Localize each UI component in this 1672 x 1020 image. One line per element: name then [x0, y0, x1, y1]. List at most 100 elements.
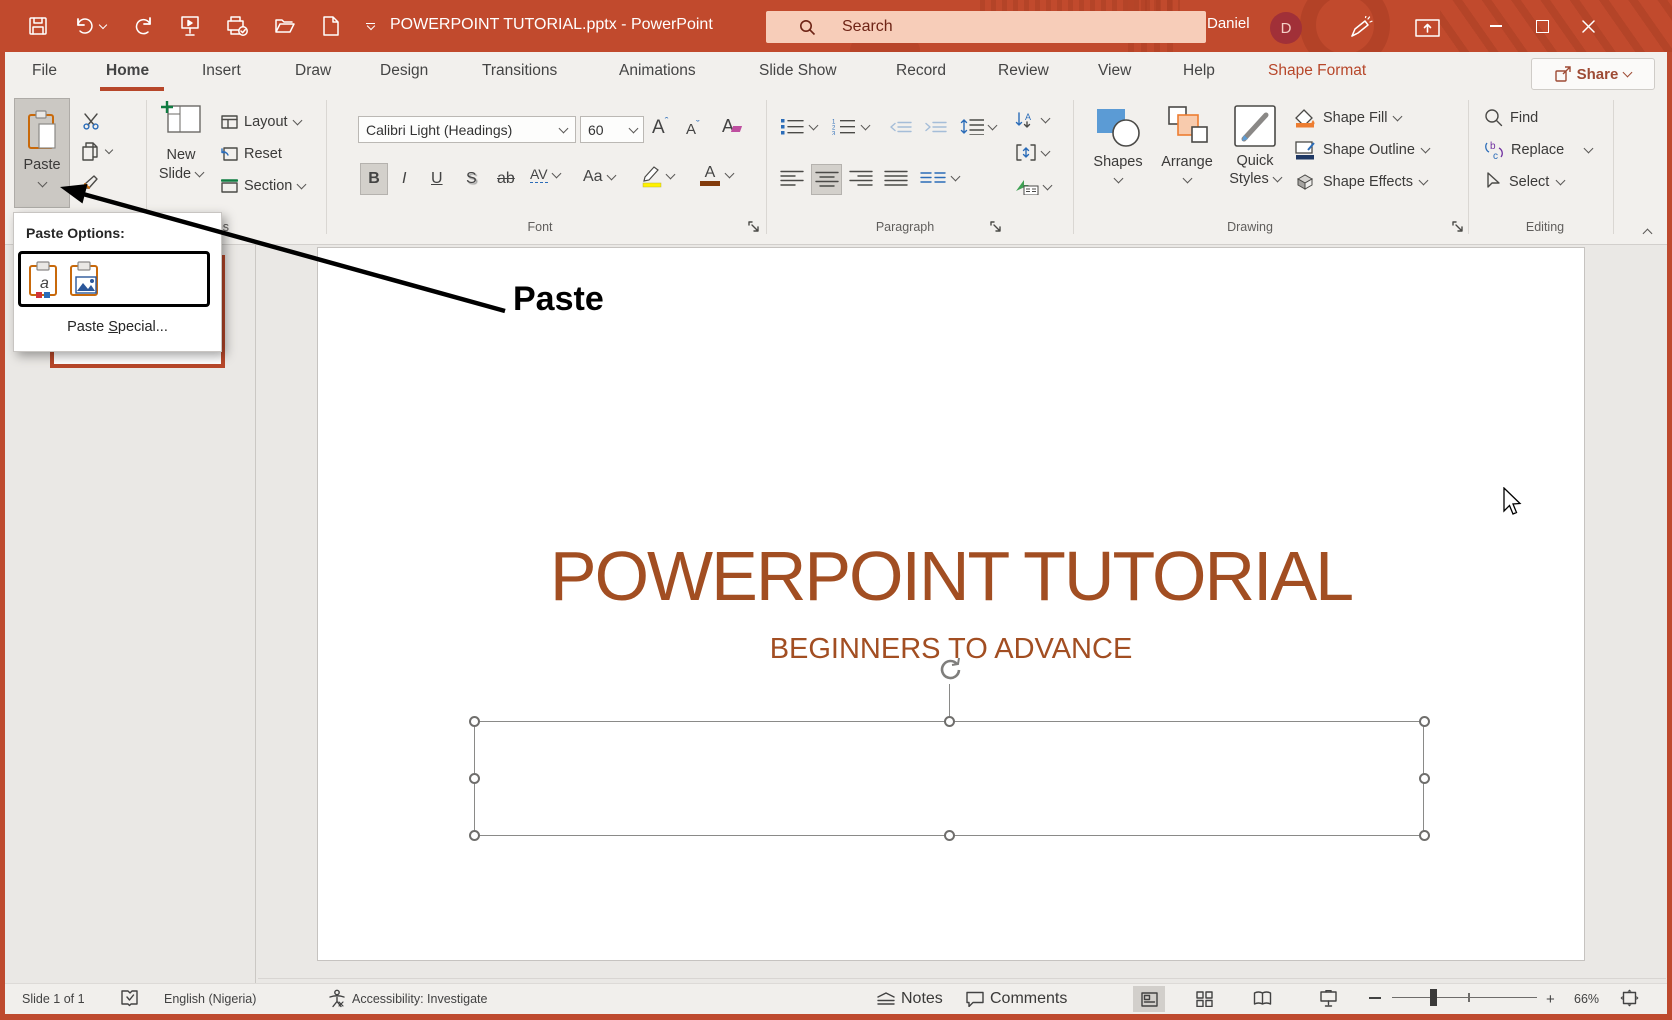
- justify-button[interactable]: [884, 170, 908, 187]
- zoom-out-button[interactable]: [1369, 997, 1381, 999]
- tab-file[interactable]: File: [30, 62, 59, 80]
- shape-fill-button[interactable]: Shape Fill: [1294, 108, 1401, 128]
- paste-keep-text-only-icon[interactable]: a: [28, 261, 62, 298]
- shape-outline-button[interactable]: Shape Outline: [1294, 140, 1429, 160]
- reset-button[interactable]: Reset: [221, 146, 282, 162]
- highlight-button[interactable]: [640, 164, 674, 188]
- tab-draw[interactable]: Draw: [293, 62, 333, 80]
- clear-formatting-button[interactable]: A: [722, 116, 741, 137]
- tab-view[interactable]: View: [1096, 62, 1133, 80]
- convert-to-smartart-button[interactable]: [1015, 178, 1051, 195]
- columns-button[interactable]: [920, 171, 959, 185]
- quick-styles-button[interactable]: Quick Styles: [1224, 103, 1286, 187]
- layout-dropdown-icon[interactable]: [292, 116, 302, 126]
- resize-handle-top-right[interactable]: [1419, 716, 1430, 727]
- bullets-button[interactable]: [780, 118, 817, 135]
- font-color-button[interactable]: A: [700, 164, 733, 186]
- search-box[interactable]: Search: [766, 11, 1206, 43]
- line-spacing-button[interactable]: [960, 118, 996, 135]
- language-indicator[interactable]: English (Nigeria): [164, 992, 256, 1006]
- selected-text-box[interactable]: [474, 721, 1424, 836]
- paste-button[interactable]: Paste: [14, 98, 70, 208]
- new-slide-dropdown-icon[interactable]: [195, 168, 205, 178]
- strikethrough-button[interactable]: ab: [497, 170, 515, 188]
- arrange-dropdown-icon[interactable]: [1182, 174, 1192, 184]
- underline-button[interactable]: U: [431, 170, 443, 188]
- save-icon[interactable]: [28, 16, 48, 36]
- tab-home[interactable]: Home: [104, 62, 151, 80]
- zoom-slider-thumb[interactable]: [1430, 989, 1437, 1006]
- paste-special-item[interactable]: Paste Special...: [14, 319, 221, 335]
- text-direction-button[interactable]: A: [1015, 111, 1049, 129]
- select-button[interactable]: Select: [1486, 172, 1564, 191]
- print-preview-icon[interactable]: [226, 15, 248, 37]
- replace-button[interactable]: bc Replace: [1484, 140, 1592, 160]
- share-button[interactable]: Share: [1531, 58, 1655, 90]
- align-left-button[interactable]: [780, 170, 804, 187]
- normal-view-button[interactable]: [1133, 986, 1165, 1012]
- resize-handle-top-left[interactable]: [469, 716, 480, 727]
- italic-button[interactable]: I: [402, 170, 406, 188]
- zoom-percent[interactable]: 66%: [1574, 992, 1599, 1006]
- quick-styles-dropdown-icon[interactable]: [1272, 173, 1282, 183]
- slide-sorter-view-button[interactable]: [1196, 991, 1213, 1007]
- slideshow-from-beginning-icon[interactable]: [180, 15, 200, 37]
- minimize-button[interactable]: [1473, 0, 1519, 52]
- open-file-icon[interactable]: [274, 16, 296, 36]
- tab-design[interactable]: Design: [378, 62, 430, 80]
- slideshow-view-button[interactable]: [1320, 990, 1337, 1007]
- tab-record[interactable]: Record: [894, 62, 948, 80]
- undo-dropdown-icon[interactable]: [99, 20, 107, 28]
- customize-qat-icon[interactable]: [366, 23, 375, 30]
- font-name-dropdown-icon[interactable]: [559, 123, 569, 133]
- undo-icon[interactable]: [74, 16, 106, 36]
- resize-handle-mid-right[interactable]: [1419, 773, 1430, 784]
- shapes-dropdown-icon[interactable]: [1113, 174, 1123, 184]
- shapes-button[interactable]: Shapes: [1088, 103, 1148, 182]
- ribbon-display-options-icon[interactable]: [1415, 19, 1440, 37]
- align-text-button[interactable]: [1015, 144, 1049, 161]
- tab-help[interactable]: Help: [1181, 62, 1217, 80]
- paste-dropdown-arrow[interactable]: [37, 178, 47, 188]
- tab-shape-format[interactable]: Shape Format: [1266, 62, 1368, 80]
- grow-font-button[interactable]: Aˆ: [652, 116, 668, 139]
- copy-icon[interactable]: [82, 142, 112, 161]
- decrease-indent-button[interactable]: [890, 121, 912, 133]
- spellcheck-icon[interactable]: [120, 989, 139, 1008]
- comments-button[interactable]: Comments: [966, 990, 1067, 1008]
- tab-insert[interactable]: Insert: [200, 62, 243, 80]
- paste-picture-icon[interactable]: [69, 261, 103, 298]
- slide-title[interactable]: POWERPOINT TUTORIAL: [318, 536, 1584, 616]
- account-name[interactable]: Daniel: [1207, 15, 1250, 32]
- format-painter-icon[interactable]: [82, 174, 100, 192]
- drawing-dialog-launcher-icon[interactable]: [1452, 221, 1463, 232]
- tab-transitions[interactable]: Transitions: [480, 62, 559, 80]
- maximize-button[interactable]: [1519, 0, 1565, 52]
- arrange-button[interactable]: Arrange: [1155, 103, 1219, 182]
- resize-handle-top-center[interactable]: [944, 716, 955, 727]
- font-size-combo[interactable]: 60: [580, 116, 644, 143]
- paragraph-dialog-launcher-icon[interactable]: [990, 221, 1001, 232]
- tab-animations[interactable]: Animations: [617, 62, 698, 80]
- shrink-font-button[interactable]: Aˇ: [686, 119, 700, 138]
- redo-icon[interactable]: [132, 15, 154, 37]
- tab-slide-show[interactable]: Slide Show: [757, 62, 839, 80]
- text-shadow-button[interactable]: S: [466, 170, 477, 188]
- accessibility-icon[interactable]: [328, 989, 346, 1008]
- zoom-in-button[interactable]: +: [1546, 991, 1555, 1008]
- shape-effects-button[interactable]: Shape Effects: [1294, 172, 1427, 192]
- change-case-button[interactable]: Aa: [583, 168, 615, 186]
- new-file-icon[interactable]: [322, 15, 340, 37]
- slide-indicator[interactable]: Slide 1 of 1: [22, 992, 85, 1006]
- resize-handle-bottom-right[interactable]: [1419, 830, 1430, 841]
- cut-icon[interactable]: [82, 112, 100, 130]
- font-dialog-launcher-icon[interactable]: [748, 221, 759, 232]
- align-center-button[interactable]: [811, 164, 842, 195]
- section-button[interactable]: Section: [221, 178, 305, 194]
- layout-button[interactable]: Layout: [221, 114, 301, 130]
- fit-slide-to-window-icon[interactable]: [1620, 989, 1639, 1007]
- character-spacing-button[interactable]: AV: [530, 166, 560, 183]
- tab-review[interactable]: Review: [996, 62, 1051, 80]
- find-button[interactable]: Find: [1484, 108, 1538, 127]
- font-size-dropdown-icon[interactable]: [629, 123, 639, 133]
